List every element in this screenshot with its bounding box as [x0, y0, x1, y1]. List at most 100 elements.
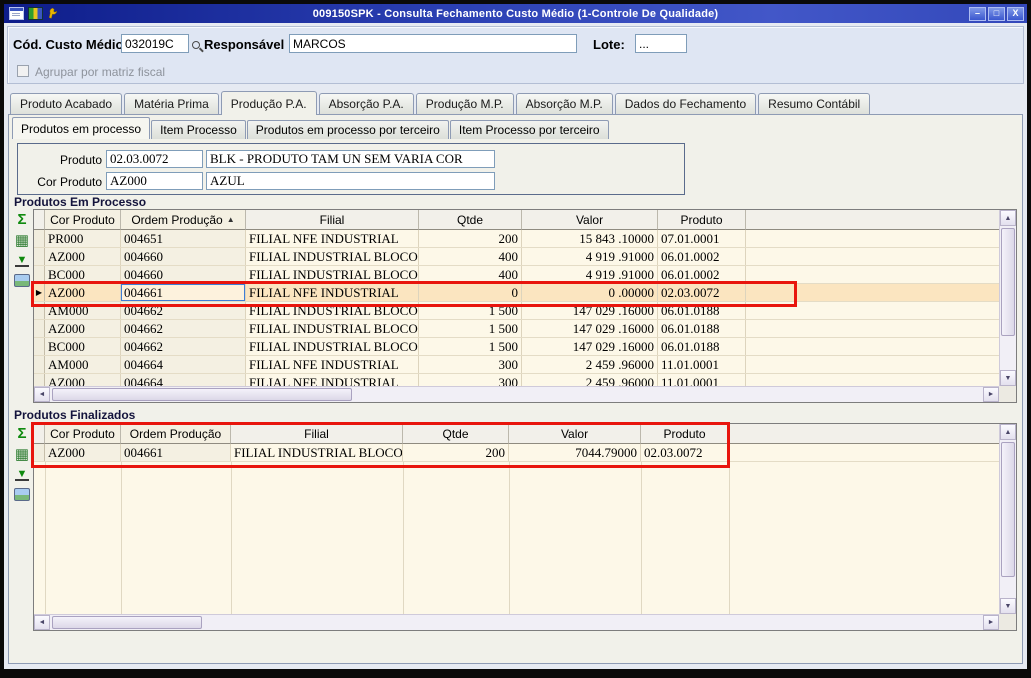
minimize-button[interactable]: – [969, 6, 986, 21]
scrollbar-thumb[interactable] [1001, 442, 1015, 577]
scroll-down-button[interactable]: ▼ [1000, 370, 1016, 386]
table-row[interactable]: BC000 004662 FILIAL INDUSTRIAL BLOCO K 1… [34, 338, 1016, 356]
responsavel-input[interactable] [289, 34, 577, 53]
sum-icon[interactable]: Σ [17, 426, 26, 441]
close-button[interactable]: X [1007, 6, 1024, 21]
column-header-label: Qtde [456, 212, 483, 227]
column-header-valor[interactable]: Valor [509, 424, 641, 444]
row-indicator [34, 444, 45, 461]
maximize-button[interactable]: □ [988, 6, 1005, 21]
cell-filler [746, 284, 1016, 301]
column-header-produto[interactable]: Produto [641, 424, 729, 444]
grid2-toolbar: Σ ▦ ▼ [11, 426, 33, 501]
scrollbar-thumb[interactable] [52, 388, 352, 401]
grid1-vertical-scrollbar[interactable]: ▲ ▼ [999, 210, 1016, 386]
image-icon[interactable] [14, 488, 30, 501]
export-grid-icon[interactable]: ▦ [15, 233, 29, 248]
cell-filler [746, 356, 1016, 373]
responsavel-label: Responsável [204, 37, 285, 52]
table-row[interactable]: AM000 004664 FILIAL NFE INDUSTRIAL 300 2… [34, 356, 1016, 374]
grid2-rows: AZ000 004661 FILIAL INDUSTRIAL BLOCO K 2… [34, 444, 1016, 616]
cor-produto-desc-input[interactable] [206, 172, 495, 190]
scroll-right-button[interactable]: ► [983, 387, 999, 402]
tab-dados-do-fechamento[interactable]: Dados do Fechamento [614, 93, 757, 114]
image-icon[interactable] [14, 274, 30, 287]
scroll-down-button[interactable]: ▼ [1000, 598, 1016, 614]
titlebar: 009150SPK - Consulta Fechamento Custo Mé… [4, 4, 1027, 23]
tab-produtos-em-processo-por-terceiro[interactable]: Produtos em processo por terceiro [246, 120, 449, 139]
column-header-filial[interactable]: Filial [231, 424, 403, 444]
cell-ordem-producao: 004661 [121, 284, 246, 301]
tab-producao-pa[interactable]: Produção P.A. [220, 91, 317, 115]
scroll-left-button[interactable]: ◄ [34, 387, 50, 402]
cor-produto-code-input[interactable] [106, 172, 203, 190]
download-icon[interactable]: ▼ [15, 469, 29, 481]
column-header-valor[interactable]: Valor [522, 210, 658, 230]
app-icon[interactable] [28, 7, 43, 20]
scroll-up-button[interactable]: ▲ [1000, 424, 1016, 440]
cell-cor-produto: AM000 [45, 302, 121, 319]
export-window-icon[interactable] [9, 7, 24, 20]
lote-label: Lote: [593, 37, 625, 52]
cell-filial: FILIAL INDUSTRIAL BLOCO K [246, 320, 419, 337]
column-header-label: Produto [663, 426, 706, 441]
table-row[interactable]: AZ000 004661 FILIAL INDUSTRIAL BLOCO K 2… [34, 444, 1016, 462]
lote-input[interactable] [635, 34, 687, 53]
tab-item-processo[interactable]: Item Processo [151, 120, 246, 139]
column-header-qtde[interactable]: Qtde [403, 424, 509, 444]
tab-absorcao-pa[interactable]: Absorção P.A. [318, 93, 414, 114]
table-row[interactable]: PR000 004651 FILIAL NFE INDUSTRIAL 200 1… [34, 230, 1016, 248]
column-header-label: Valor [560, 426, 589, 441]
column-header-cor-produto[interactable]: Cor Produto [45, 210, 121, 230]
grid1-horizontal-scrollbar[interactable]: ◄ ► [34, 386, 999, 402]
table-row[interactable]: AZ000 004660 FILIAL INDUSTRIAL BLOCO K 4… [34, 248, 1016, 266]
table-row[interactable]: AZ000 004662 FILIAL INDUSTRIAL BLOCO K 1… [34, 320, 1016, 338]
download-icon[interactable]: ▼ [15, 255, 29, 267]
cell-produto: 06.01.0002 [658, 266, 746, 283]
row-indicator [34, 266, 45, 283]
titlebar-toolbar [6, 7, 62, 20]
lookup-icon[interactable] [191, 40, 203, 52]
column-header-qtde[interactable]: Qtde [419, 210, 522, 230]
wrench-icon[interactable] [47, 7, 62, 20]
tab-produto-acabado[interactable]: Produto Acabado [10, 93, 123, 114]
table-row[interactable]: ▶ AZ000 004661 FILIAL NFE INDUSTRIAL 0 0… [34, 284, 1016, 302]
app-surface: 009150SPK - Consulta Fechamento Custo Mé… [4, 4, 1027, 669]
sum-icon[interactable]: Σ [17, 212, 26, 227]
grid2-empty-area [34, 462, 1016, 616]
cod-custo-medio-input[interactable] [121, 34, 189, 53]
tab-resumo-contabil[interactable]: Resumo Contábil [758, 93, 871, 114]
column-header-filial[interactable]: Filial [246, 210, 419, 230]
produto-code-input[interactable] [106, 150, 203, 168]
product-info-box: Produto Cor Produto [17, 143, 685, 195]
scrollbar-thumb[interactable] [1001, 228, 1015, 336]
tab-item-processo-por-terceiro[interactable]: Item Processo por terceiro [449, 120, 609, 139]
tab-absorcao-mp[interactable]: Absorção M.P. [515, 93, 613, 114]
export-grid-icon[interactable]: ▦ [15, 447, 29, 462]
column-header-produto[interactable]: Produto [658, 210, 746, 230]
cell-qtde: 400 [419, 248, 522, 265]
scroll-right-button[interactable]: ► [983, 615, 999, 630]
scroll-up-button[interactable]: ▲ [1000, 210, 1016, 226]
column-header-label: Filial [304, 426, 329, 441]
cell-filial: FILIAL NFE INDUSTRIAL [246, 356, 419, 373]
cell-produto: 02.03.0072 [641, 444, 729, 461]
row-indicator-header [34, 210, 45, 230]
scroll-left-button[interactable]: ◄ [34, 615, 50, 630]
column-header-ordem-producao[interactable]: Ordem Produção [121, 424, 231, 444]
produto-desc-input[interactable] [206, 150, 495, 168]
column-header-ordem-producao[interactable]: Ordem Produção ▲ [121, 210, 246, 230]
row-indicator [34, 356, 45, 373]
grid2-horizontal-scrollbar[interactable]: ◄ ► [34, 614, 999, 630]
grid2-vertical-scrollbar[interactable]: ▲ ▼ [999, 424, 1016, 614]
tab-producao-mp[interactable]: Produção M.P. [415, 93, 514, 114]
tab-produtos-em-processo[interactable]: Produtos em processo [12, 117, 151, 139]
tab-materia-prima[interactable]: Matéria Prima [124, 93, 219, 114]
column-header-cor-produto[interactable]: Cor Produto [45, 424, 121, 444]
scrollbar-thumb[interactable] [52, 616, 202, 629]
agrupar-checkbox[interactable] [17, 65, 29, 77]
column-header-label: Produto [680, 212, 723, 227]
row-indicator: ▶ [34, 284, 45, 301]
table-row[interactable]: BC000 004660 FILIAL INDUSTRIAL BLOCO K 4… [34, 266, 1016, 284]
table-row[interactable]: AM000 004662 FILIAL INDUSTRIAL BLOCO K 1… [34, 302, 1016, 320]
